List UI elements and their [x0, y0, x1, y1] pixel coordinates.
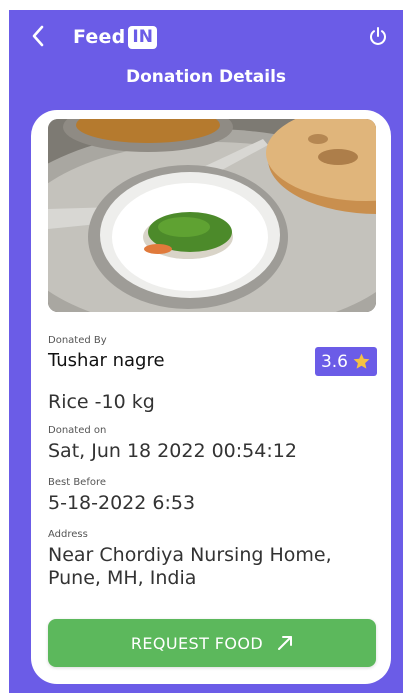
donated-by-label: Donated By [48, 335, 107, 346]
star-icon [353, 353, 370, 369]
request-food-label: REQUEST FOOD [130, 633, 264, 653]
arrow-up-right-icon [278, 636, 293, 650]
app-screen: Feed IN Donation Details Donated By Tush… [9, 10, 403, 693]
donor-name: Tushar nagre [48, 350, 165, 371]
address-line-1: Near Chordiya Nursing Home, [48, 544, 332, 566]
address-line-2: Pune, MH, India [48, 567, 197, 589]
request-food-button[interactable]: REQUEST FOOD [48, 619, 376, 667]
brand-badge: IN [128, 25, 157, 49]
address-label: Address [48, 529, 88, 540]
back-arrow-icon [32, 25, 44, 47]
top-bar: Feed IN [9, 10, 403, 66]
power-icon [370, 27, 386, 45]
food-item: Rice -10 kg [48, 391, 155, 413]
best-before-label: Best Before [48, 477, 107, 488]
brand-logo: Feed IN [73, 23, 157, 51]
best-before-value: 5-18-2022 6:53 [48, 492, 196, 514]
brand-text: Feed [73, 26, 126, 48]
page-title: Donation Details [125, 67, 287, 87]
back-button[interactable] [25, 23, 51, 49]
donated-on-label: Donated on [48, 425, 107, 436]
rating-badge: 3.6 [314, 347, 377, 376]
rating-value: 3.6 [320, 351, 348, 372]
donation-card: Donated By Tushar nagre 3.6 Rice -10 kg … [31, 110, 391, 684]
donated-on-value: Sat, Jun 18 2022 00:54:12 [48, 440, 297, 462]
logout-button[interactable] [365, 23, 391, 49]
food-image [48, 119, 376, 312]
